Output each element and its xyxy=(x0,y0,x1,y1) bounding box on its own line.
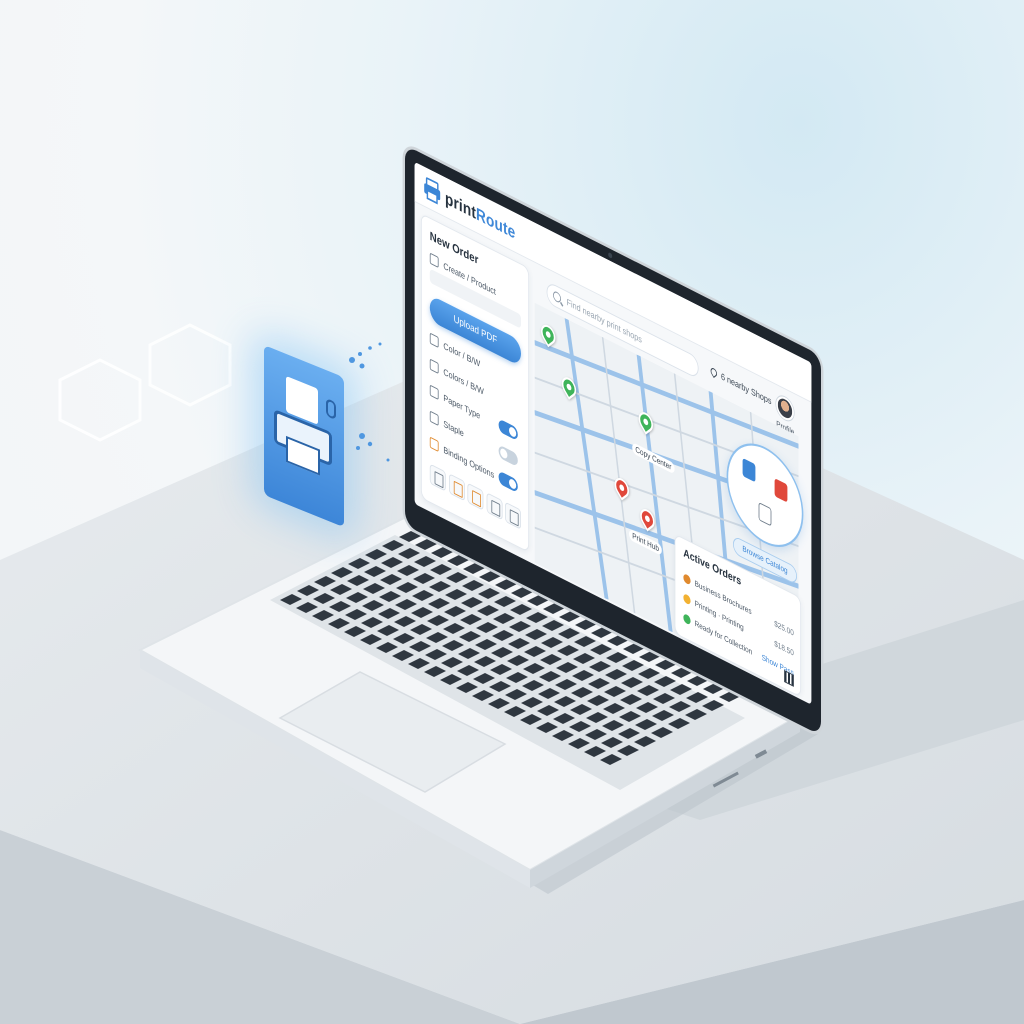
order-value: $25.00 xyxy=(774,618,794,638)
order-value: $18.50 xyxy=(774,638,794,658)
paper-type-toggle[interactable] xyxy=(498,418,518,442)
stack-icon[interactable] xyxy=(429,463,446,492)
printer-icon xyxy=(429,252,439,269)
status-dot xyxy=(683,612,691,626)
avatar[interactable] xyxy=(776,392,794,424)
brand-prefix: print xyxy=(445,188,477,223)
location-pin-icon xyxy=(709,366,719,378)
option-label: Color / B/W xyxy=(443,339,481,369)
new-order-panel: New Order Create / Product Upload PDF Co… xyxy=(421,213,529,553)
binding-toggle[interactable] xyxy=(498,470,518,494)
palette-icon xyxy=(429,332,439,349)
option-label: Staple xyxy=(443,417,464,439)
option-staple[interactable]: Staple xyxy=(429,410,464,439)
binding-tool-icon[interactable] xyxy=(467,482,484,511)
staple-icon xyxy=(429,410,439,427)
document-icon[interactable] xyxy=(486,492,503,521)
color-tool-icon[interactable] xyxy=(448,473,465,502)
sparkle-icons xyxy=(349,342,390,462)
notebook-icon xyxy=(742,457,756,483)
option-label: Colors / B/W xyxy=(443,365,484,397)
order-toolbar xyxy=(429,463,521,530)
floating-print-card xyxy=(264,345,344,528)
paper-icon xyxy=(429,384,439,401)
brand-suffix: Route xyxy=(476,203,516,243)
option-label: Paper Type xyxy=(443,391,481,421)
status-dot xyxy=(683,572,691,586)
printer-logo-icon xyxy=(424,177,441,205)
shop-icon xyxy=(774,478,788,503)
paperclip-icon xyxy=(326,398,336,421)
palette-icon xyxy=(429,358,439,375)
webcam xyxy=(608,251,613,259)
paper-stack-icon xyxy=(758,502,772,527)
status-dot xyxy=(683,592,691,606)
binding-icon xyxy=(429,436,439,453)
search-icon xyxy=(553,289,561,304)
scissors-icon[interactable] xyxy=(505,501,521,530)
staple-toggle[interactable] xyxy=(498,444,518,468)
